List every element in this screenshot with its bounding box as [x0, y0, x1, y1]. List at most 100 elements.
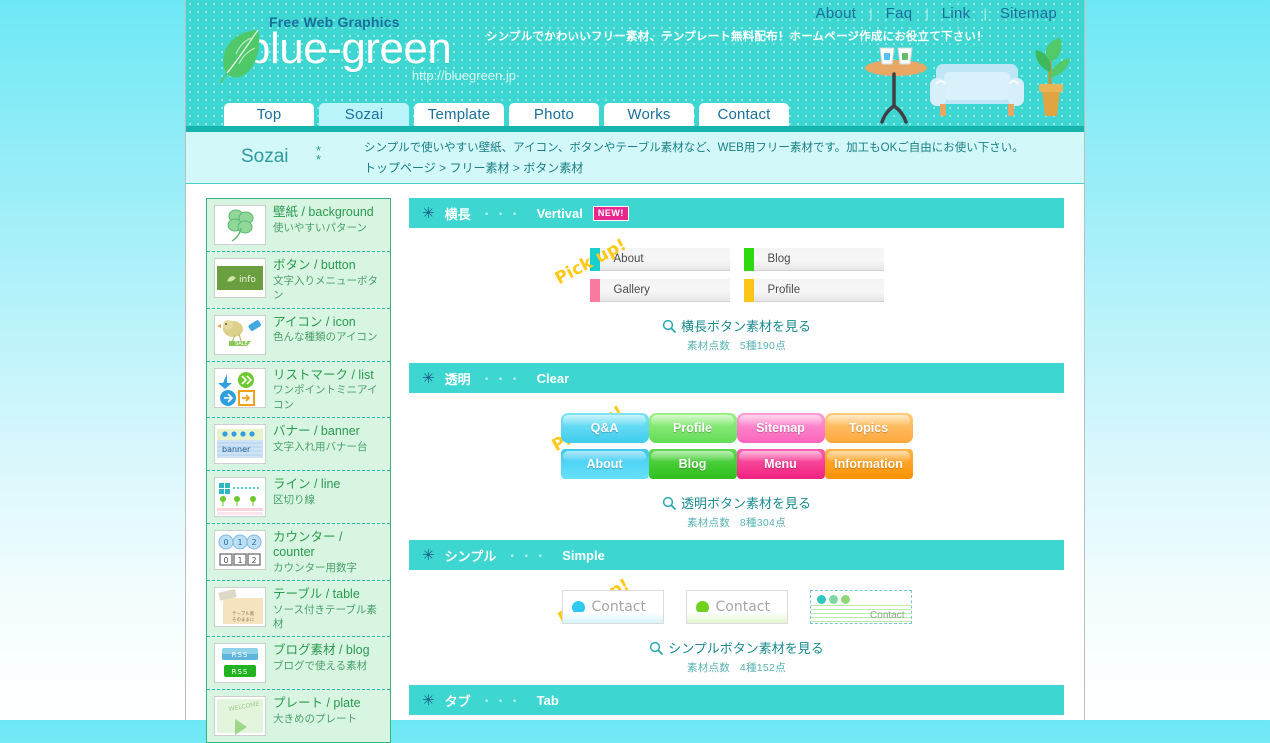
sidebar-item-sub: 使いやすいパターン [273, 221, 367, 234]
sample-button-blog[interactable]: Blog [743, 247, 884, 271]
count-row-clear: 素材点数 8種304点 [409, 515, 1064, 530]
clear-button-grid: Q&A Profile Sitemap Topics About Blog Me… [409, 413, 1064, 479]
button-label: Information [834, 457, 903, 471]
section-dots: ・・・ [480, 371, 523, 386]
simple-button-grid: Contact Contact Contact [409, 590, 1064, 624]
sidebar-item-text: プレート / plate 大きめのプレート [273, 696, 385, 725]
sample-button-blog2[interactable]: Blog [648, 449, 737, 479]
sidebar-item-background[interactable]: 壁紙 / background 使いやすいパターン [207, 199, 390, 252]
top-link-sitemap[interactable]: Sitemap [987, 5, 1070, 22]
sidebar-item-label: プレート / plate [273, 696, 361, 711]
section-title-jp: 透明 [444, 371, 471, 387]
sample-button-menu[interactable]: Menu [736, 449, 825, 479]
breadcrumb-sozai[interactable]: フリー素材 [449, 161, 509, 175]
more-link-clear[interactable]: 透明ボタン素材を見る [681, 493, 811, 512]
svg-text:RSS: RSS [232, 651, 249, 659]
svg-text:SALE: SALE [235, 341, 248, 347]
site-logo[interactable]: Free Web Graphics blue-green http://blue… [206, 14, 516, 84]
table-icon: テーブル素 そのままに [214, 586, 266, 627]
sample-button-information[interactable]: Information [824, 449, 913, 479]
asterisk-icon: ✳ [422, 369, 435, 387]
sidebar-item-text: 壁紙 / background 使いやすいパターン [273, 205, 385, 234]
dot-row-icon [816, 595, 850, 604]
count-row-simple: 素材点数 4種152点 [409, 660, 1064, 675]
sample-button-about2[interactable]: About [560, 449, 649, 479]
sidebar-item-label: カウンター / counter [273, 530, 343, 559]
sidebar-item-sub: 文字入りメニューボタン [273, 274, 378, 302]
sidebar-item-button[interactable]: info ボタン / button 文字入りメニューボタン [207, 252, 390, 309]
sidebar-item-label: テーブル / table [273, 586, 360, 601]
rss-icon: RSS RSS [214, 643, 266, 684]
sample-button-contact-blue[interactable]: Contact [561, 590, 664, 624]
top-link-faq[interactable]: Faq [873, 5, 926, 22]
sample-button-qa[interactable]: Q&A [560, 413, 649, 443]
button-label: Blog [767, 253, 791, 265]
sidebar-item-blog[interactable]: RSS RSS ブログ素材 / blog ブログで使える素材 [207, 637, 390, 691]
sample-button-topics[interactable]: Topics [824, 413, 913, 443]
nav-tab-contact[interactable]: Contact [699, 103, 789, 126]
nav-tab-top[interactable]: Top [224, 103, 314, 126]
svg-text:1: 1 [237, 538, 242, 547]
section-dots: ・・・ [506, 548, 549, 563]
more-link-row-vertival: 横長ボタン素材を見る [409, 316, 1064, 335]
line-icon [214, 477, 266, 517]
bird-icon: SALE [214, 314, 266, 355]
nav-tab-sozai[interactable]: Sozai [319, 103, 409, 126]
accent-bar [743, 247, 754, 271]
breadcrumb: トップページ > フリー素材 > ボタン素材 [364, 159, 583, 176]
sample-button-profile[interactable]: Profile [743, 278, 884, 302]
button-label: Q&A [590, 421, 619, 435]
logo-brand: blue-green [246, 24, 452, 73]
breadcrumb-current: ボタン素材 [523, 161, 584, 175]
sample-button-contact-green[interactable]: Contact [685, 590, 788, 624]
count-label: 素材点数 [686, 662, 731, 674]
breadcrumb-home[interactable]: トップページ [364, 161, 436, 175]
more-link-vertival[interactable]: 横長ボタン素材を見る [681, 316, 811, 335]
sidebar-item-table[interactable]: テーブル素 そのままに テーブル / table ソース付きテーブル素材 [207, 581, 390, 638]
section-body-vertival: Pick up! About Blog Gallery Profile 横長ボタ… [409, 234, 1064, 363]
sample-button-gallery[interactable]: Gallery [589, 278, 730, 302]
sidebar-item-plate[interactable]: WELCOME プレート / plate 大きめのプレート [207, 690, 390, 742]
top-link-link[interactable]: Link [929, 5, 984, 22]
counter-icon: 012 012 [214, 530, 266, 570]
magnifier-icon [662, 319, 676, 333]
button-label: Blog [678, 457, 707, 471]
sidebar-item-label: バナー / banner [273, 424, 360, 438]
top-link-about[interactable]: About [803, 5, 870, 22]
magnifier-icon [650, 641, 664, 655]
sidebar-item-line[interactable]: ライン / line 区切り線 [207, 471, 390, 524]
sidebar-item-text: テーブル / table ソース付きテーブル素材 [273, 587, 385, 631]
category-sidebar: 壁紙 / background 使いやすいパターン info ボタン / but… [206, 198, 391, 743]
breadcrumb-sep: > [512, 161, 520, 175]
magnifier-icon [662, 496, 676, 510]
sidebar-item-sub: 大きめのプレート [273, 713, 357, 726]
sidebar-item-sub: ソース付きテーブル素材 [273, 603, 377, 630]
sidebar-item-label: 壁紙 / background [273, 205, 374, 219]
sidebar-item-counter[interactable]: 012 012 カウンター / counter カウンター用数字 [207, 524, 390, 581]
svg-text:0: 0 [223, 538, 228, 547]
decorative-stars: * * [316, 143, 322, 167]
svg-text:そのままに: そのままに [232, 616, 255, 623]
nav-tab-template[interactable]: Template [414, 103, 504, 126]
sidebar-item-label: リストマーク / list [273, 367, 374, 382]
leaf-icon [220, 29, 260, 84]
count-value: 5種190点 [739, 340, 787, 352]
sample-button-sitemap[interactable]: Sitemap [736, 413, 825, 443]
page-container: About | Faq | Link | Sitemap Free Web Gr… [185, 0, 1085, 743]
nav-tab-photo[interactable]: Photo [509, 103, 599, 126]
sidebar-item-label: ライン / line [273, 477, 341, 491]
svg-text:banner: banner [222, 445, 251, 454]
section-title-en: Simple [562, 547, 605, 563]
section-title-en: Tab [536, 692, 559, 708]
sidebar-item-list[interactable]: リストマーク / list ワンポイントミニアイコン [207, 362, 390, 418]
sidebar-item-icon[interactable]: SALE アイコン / icon 色んな種類のアイコン [207, 309, 390, 362]
sidebar-item-text: ライン / line 区切り線 [273, 477, 385, 506]
section-body-clear: Pick up! Q&A Profile Sitemap Topics Abou… [409, 399, 1064, 540]
nav-tab-works[interactable]: Works [604, 103, 694, 126]
sidebar-item-banner[interactable]: banner バナー / banner 文字入れ用バナー台 [207, 418, 390, 471]
sample-button-contact-striped[interactable]: Contact [809, 590, 912, 624]
sample-button-profile[interactable]: Profile [648, 413, 737, 443]
breadcrumb-sep: > [439, 161, 447, 175]
more-link-simple[interactable]: シンプルボタン素材を見る [668, 638, 824, 657]
asterisk-icon: ✳ [422, 546, 435, 564]
